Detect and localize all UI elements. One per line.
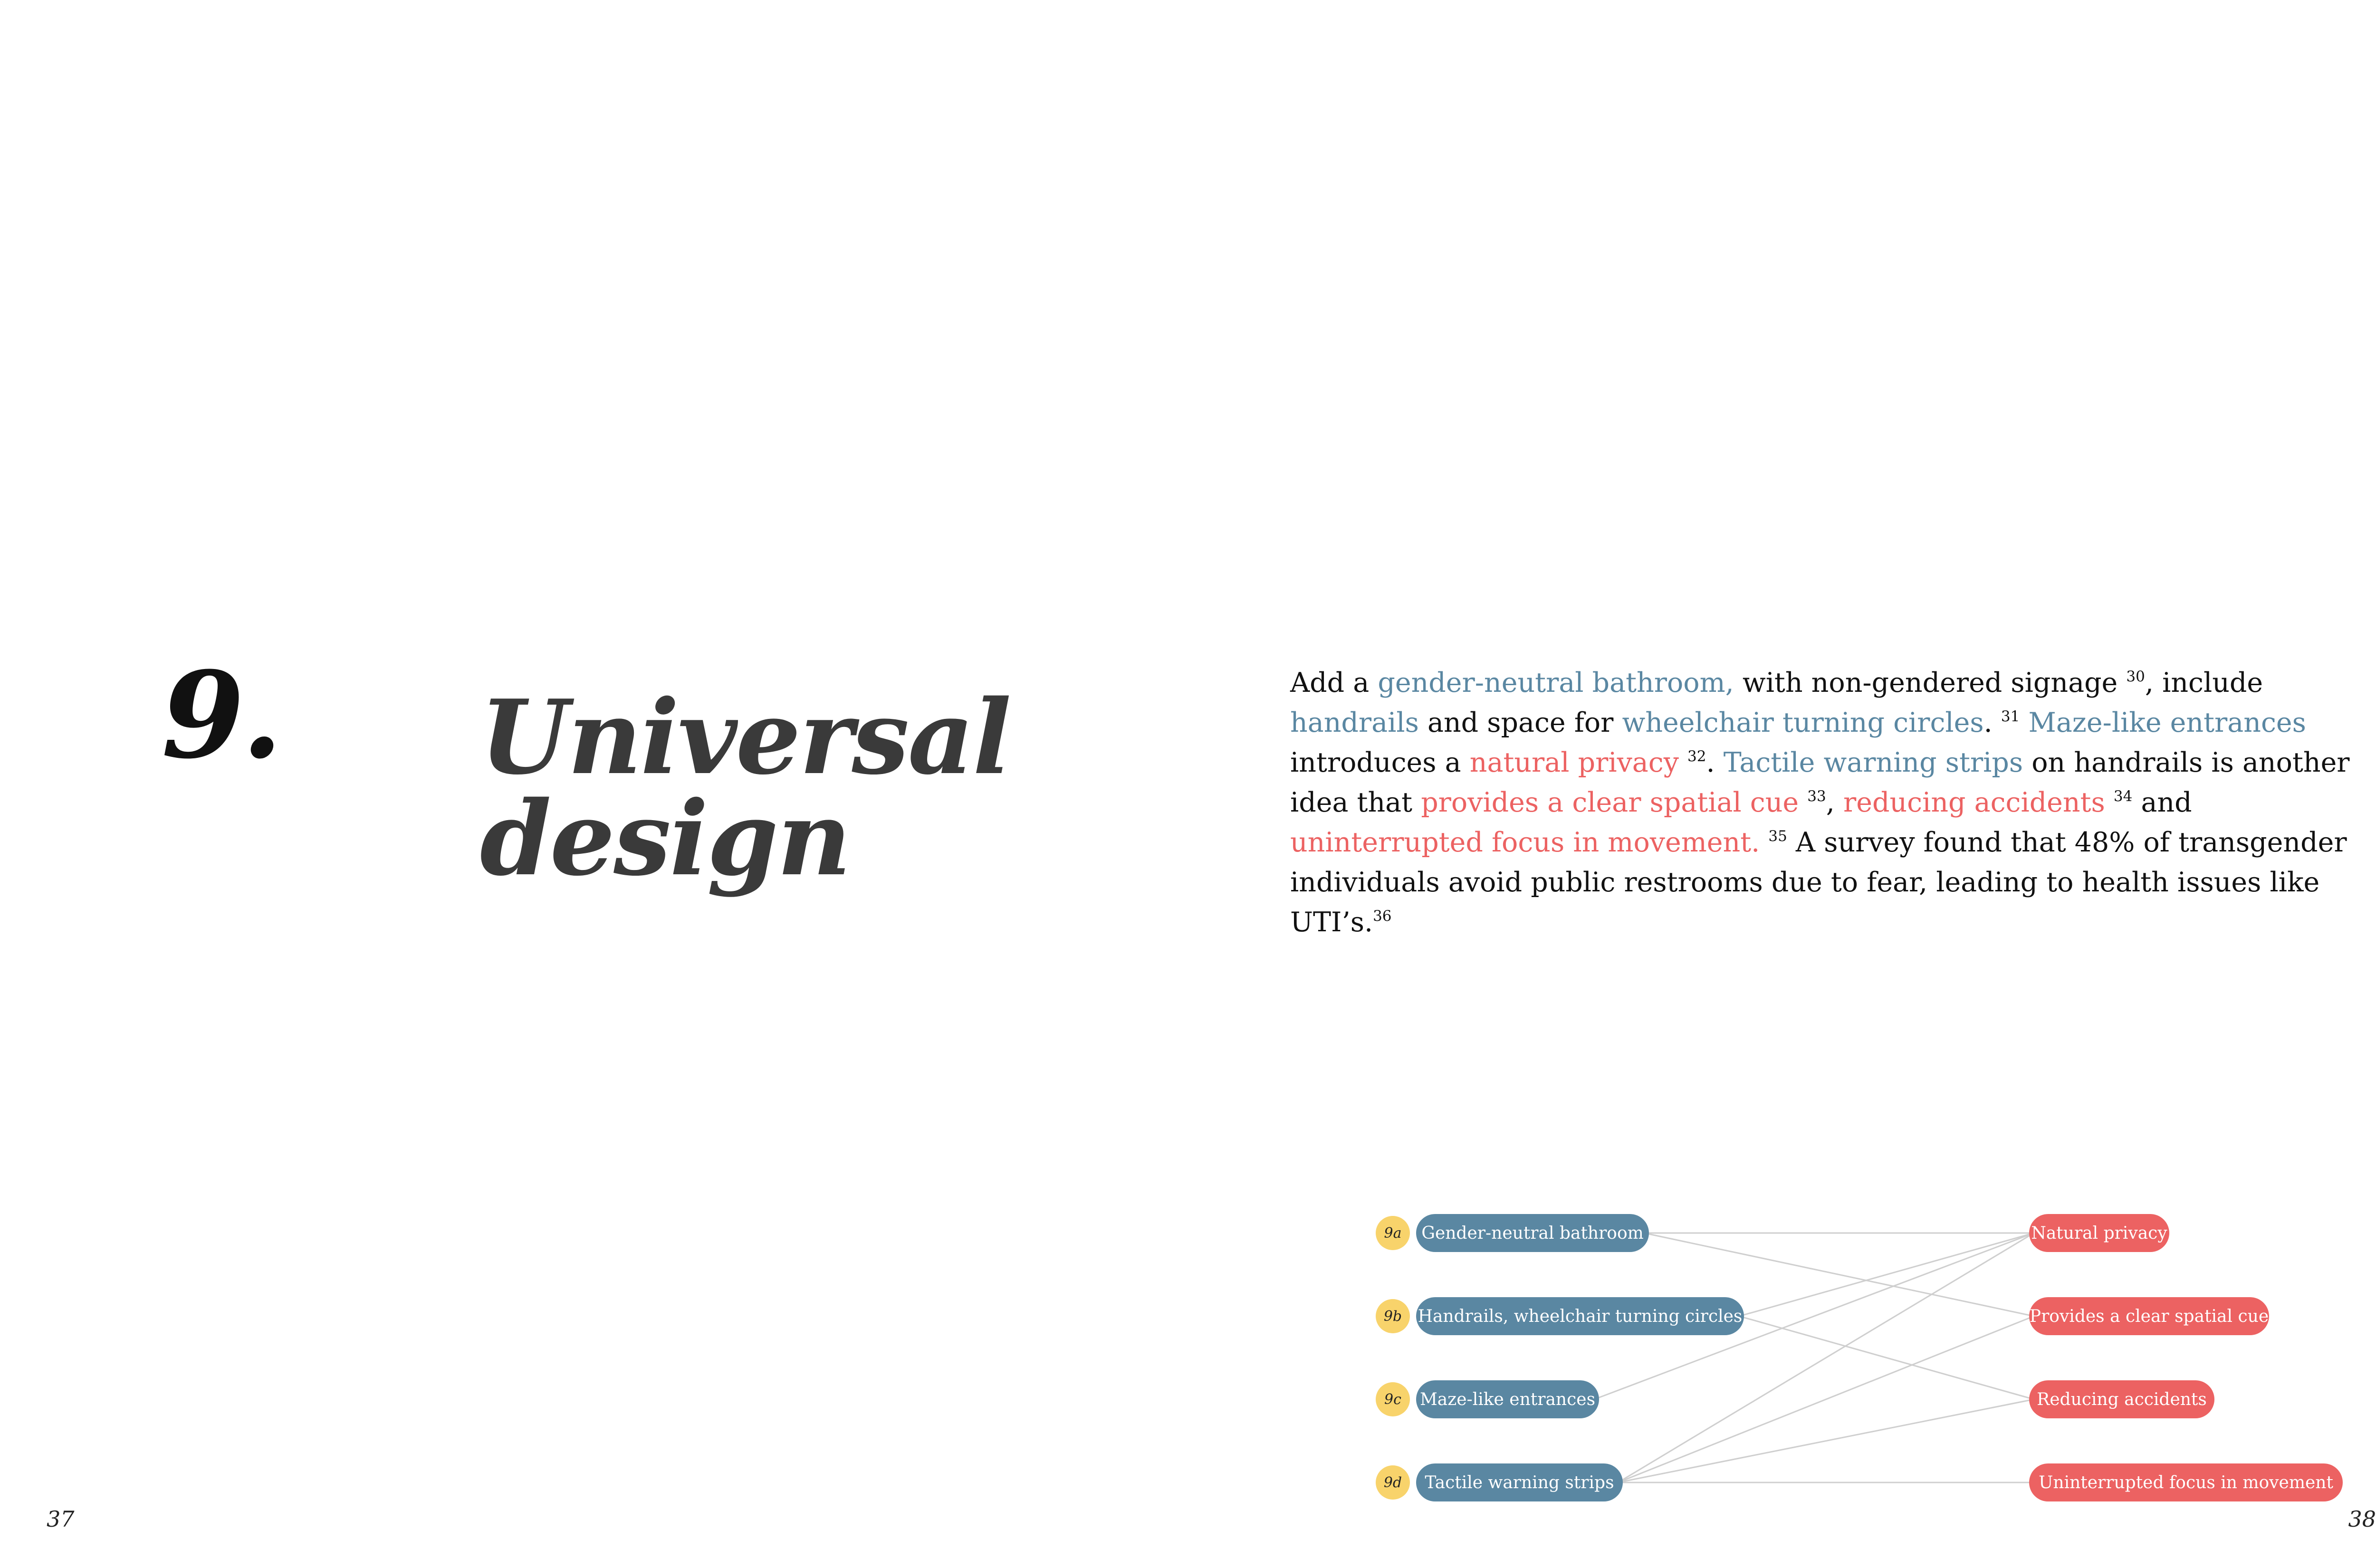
left-node-9c: Maze-like entrances — [1416, 1380, 1599, 1418]
text — [1799, 787, 1807, 818]
chapter-number: 9. — [162, 645, 283, 785]
right-node-1: Natural privacy — [2029, 1214, 2169, 1252]
footnote-ref-34[interactable]: 34 — [2114, 788, 2132, 805]
link-line — [1618, 1315, 2034, 1483]
highlight-reducing-accidents: reducing accidents — [1843, 787, 2105, 818]
highlight-maze-like-entrances: Maze-like entrances — [2028, 707, 2306, 738]
left-node-9d: Tactile warning strips — [1416, 1463, 1623, 1501]
highlight-natural-privacy: natural privacy — [1469, 747, 1679, 778]
link-line — [1618, 1398, 2034, 1483]
link-line — [1618, 1232, 2034, 1483]
node-tag-9b: 9b — [1376, 1299, 1410, 1333]
node-tag-9c: 9c — [1376, 1382, 1410, 1416]
text — [2020, 707, 2028, 738]
footnote-ref-30[interactable]: 30 — [2126, 668, 2145, 685]
chapter-title: Universal design — [480, 686, 1074, 889]
text: with non-gendered signage — [1734, 667, 2127, 698]
right-node-2: Provides a clear spatial cue — [2029, 1297, 2269, 1335]
highlight-wheelchair-turning-circles: wheelchair turning circles — [1622, 707, 1984, 738]
link-line — [1739, 1315, 2034, 1400]
text: . — [1983, 707, 2001, 738]
text — [1679, 747, 1687, 778]
node-tag-9d: 9d — [1376, 1465, 1410, 1500]
highlight-clear-spatial-cue: provides a clear spatial cue — [1421, 787, 1799, 818]
footnote-ref-35[interactable]: 35 — [1768, 828, 1787, 845]
left-node-9a: Gender-neutral bathroom — [1416, 1214, 1649, 1252]
text: and — [2132, 787, 2192, 818]
footnote-ref-36[interactable]: 36 — [1373, 908, 1391, 925]
highlight-tactile-warning-strips: Tactile warning strips — [1723, 747, 2023, 778]
left-node-9b: Handrails, wheelchair turning circles — [1416, 1297, 1744, 1335]
highlight-uninterrupted-focus: uninterrupted focus in movement. — [1290, 827, 1760, 858]
highlight-handrails: handrails — [1290, 707, 1419, 738]
page-number-left: 37 — [47, 1506, 75, 1532]
right-node-3: Reducing accidents — [2029, 1380, 2214, 1418]
footnote-ref-31[interactable]: 31 — [2001, 708, 2020, 725]
link-line — [1739, 1232, 2034, 1317]
chapter-title-line-2: design — [480, 778, 851, 899]
text: . — [1706, 747, 1724, 778]
text — [2105, 787, 2114, 818]
text: Add a — [1290, 667, 1378, 698]
right-node-4: Uninterrupted focus in movement — [2029, 1463, 2343, 1501]
text — [1760, 827, 1768, 858]
text: , include — [2145, 667, 2263, 698]
footnote-ref-33[interactable]: 33 — [1807, 788, 1826, 805]
body-paragraph: Add a gender-neutral bathroom, with non-… — [1290, 663, 2364, 942]
text: , — [1826, 787, 1843, 818]
text: and space for — [1418, 707, 1622, 738]
highlight-gender-neutral-bathroom: gender-neutral bathroom, — [1378, 667, 1734, 698]
text: introduces a — [1290, 747, 1470, 778]
page-number-right: 38 — [2348, 1506, 2376, 1532]
node-tag-9a: 9a — [1376, 1216, 1410, 1250]
footnote-ref-32[interactable]: 32 — [1687, 748, 1706, 765]
